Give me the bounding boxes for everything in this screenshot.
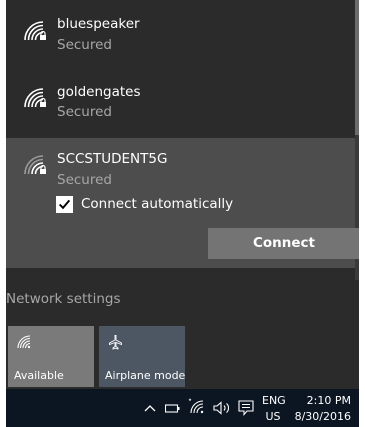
- wifi-toggle-tile[interactable]: Available: [8, 326, 94, 387]
- language-indicator[interactable]: ENG: [262, 394, 286, 407]
- checkmark-icon: [58, 199, 71, 210]
- network-item-goldengates[interactable]: goldengates Secured: [6, 68, 355, 138]
- clock-date: 8/30/2016: [294, 410, 351, 423]
- action-center-icon[interactable]: [238, 400, 254, 416]
- network-item-bluespeaker[interactable]: bluespeaker Secured: [6, 0, 355, 68]
- screenshot-frame: bluespeaker Secured goldengates Secured: [0, 0, 365, 427]
- airplane-mode-tile[interactable]: Airplane mode: [99, 326, 185, 387]
- network-name: SCCSTUDENT5G: [57, 151, 168, 167]
- wifi-tray-icon[interactable]: [188, 397, 206, 415]
- network-status: Secured: [57, 37, 112, 53]
- network-flyout: bluespeaker Secured goldengates Secured: [6, 0, 359, 389]
- network-item-sccstudent5g[interactable]: SCCSTUDENT5G Secured Connect automatical…: [6, 138, 359, 268]
- scroll-thumb[interactable]: [355, 0, 359, 135]
- wifi-icon: [17, 335, 31, 349]
- connect-automatically-label: Connect automatically: [81, 196, 234, 212]
- volume-icon[interactable]: [213, 401, 231, 415]
- network-status: Secured: [57, 172, 112, 188]
- network-settings-label: Network settings: [6, 291, 121, 307]
- taskbar: ENG US 2:10 PM 8/30/2016: [6, 389, 359, 427]
- battery-icon[interactable]: [165, 403, 180, 414]
- tile-label: Airplane mode: [105, 369, 186, 382]
- language-region: US: [265, 410, 281, 423]
- wifi-secured-icon: [24, 155, 46, 175]
- wifi-secured-icon: [24, 21, 46, 41]
- connect-button[interactable]: Connect: [208, 228, 359, 259]
- connect-automatically-checkbox[interactable]: [56, 196, 73, 213]
- network-status: Secured: [57, 104, 112, 120]
- wifi-secured-icon: [24, 88, 46, 108]
- tile-label: Available: [14, 369, 64, 382]
- network-name: goldengates: [57, 84, 141, 100]
- chevron-up-icon[interactable]: [144, 404, 156, 412]
- airplane-icon: [109, 335, 122, 350]
- network-name: bluespeaker: [57, 16, 140, 32]
- clock-time[interactable]: 2:10 PM: [307, 394, 351, 407]
